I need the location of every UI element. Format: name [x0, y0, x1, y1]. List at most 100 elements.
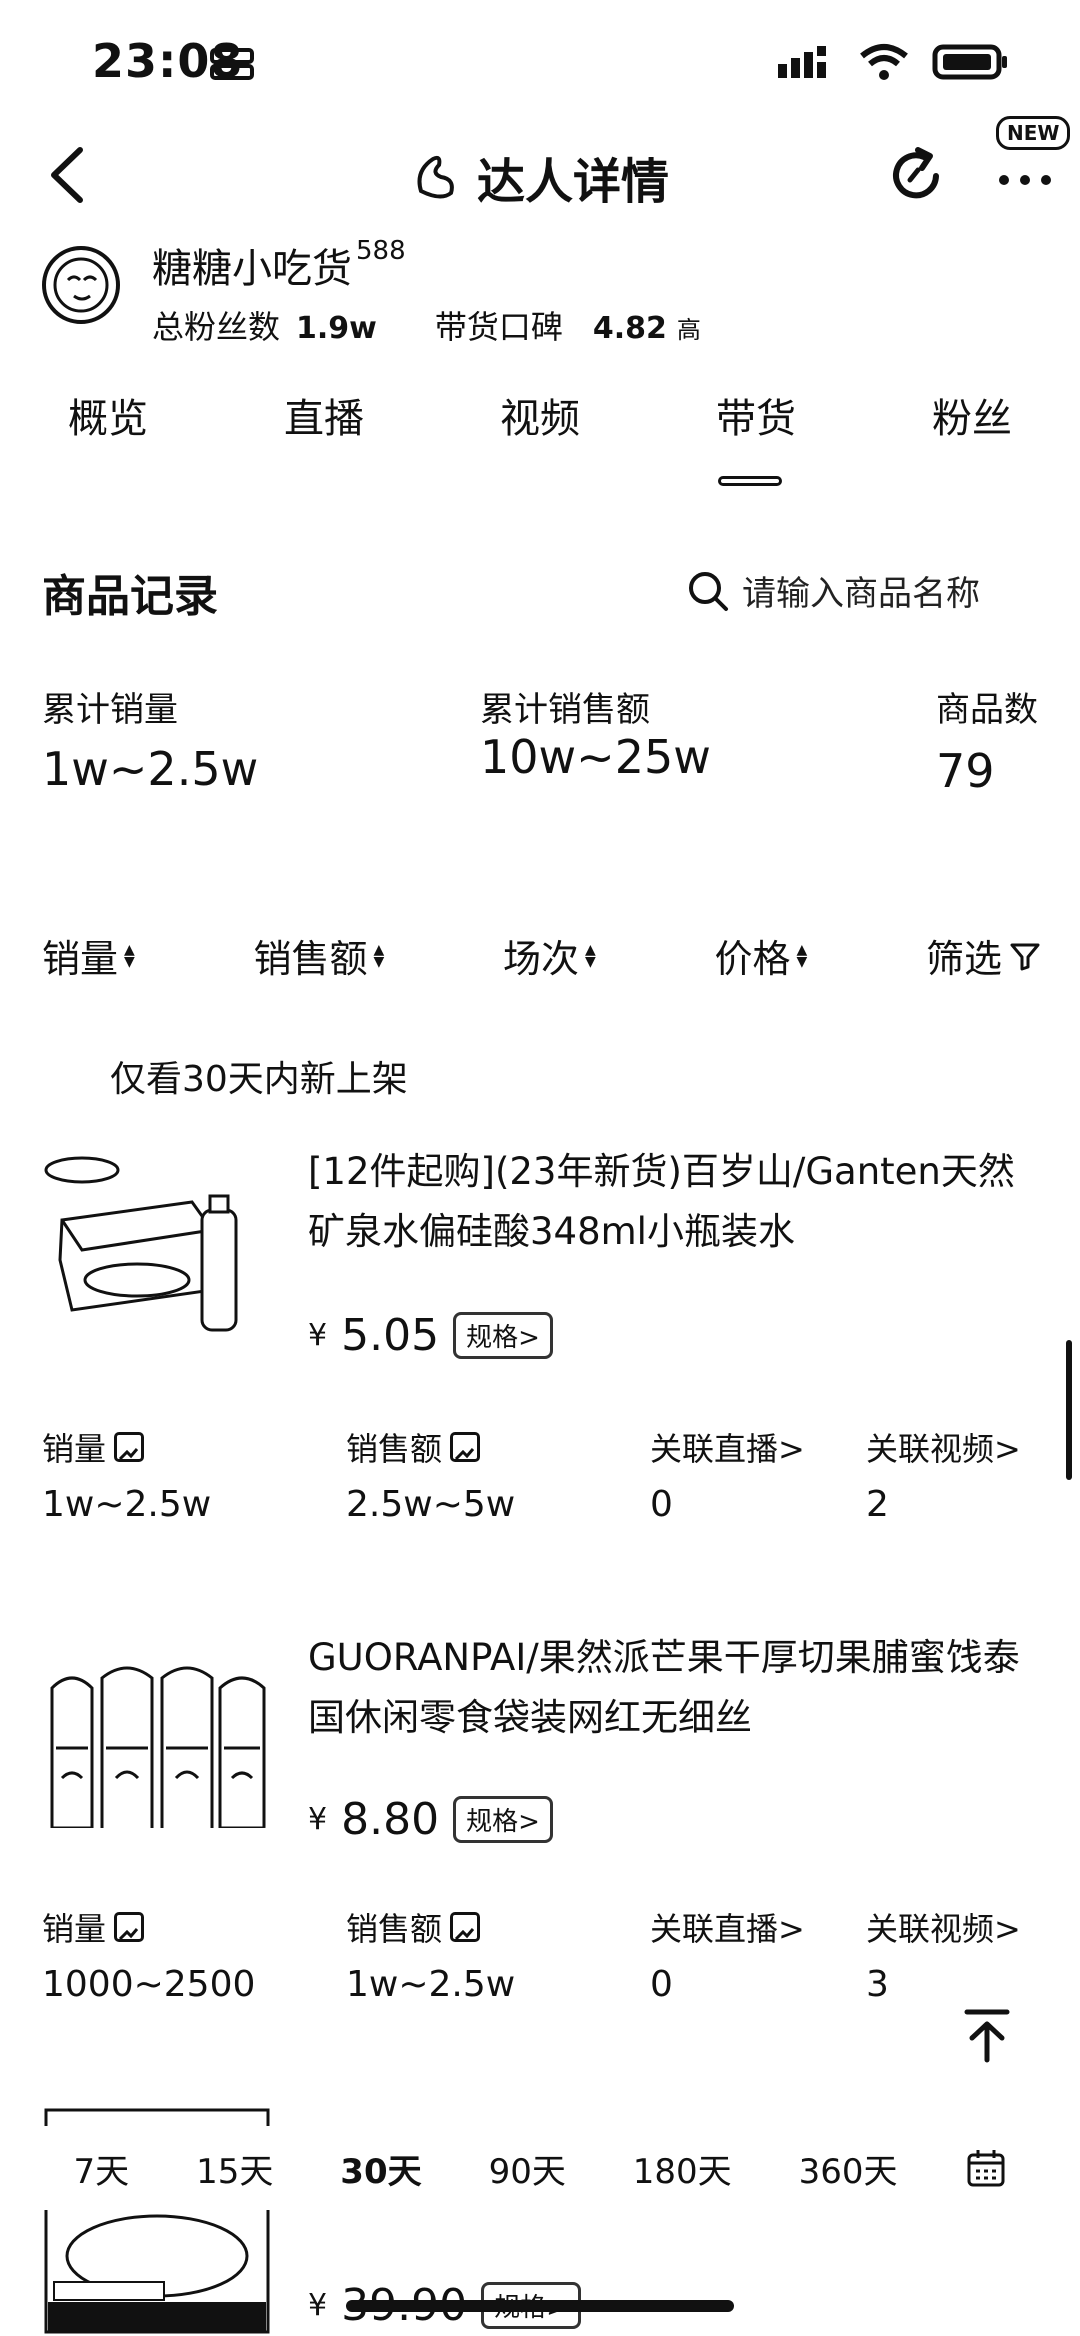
sim-icon [208, 46, 256, 86]
profile-name-text: 糖糖小吃货 [152, 246, 352, 292]
related-live-value: 0 [650, 1964, 673, 2005]
metric-sales-value: 1000~2500 [42, 1964, 256, 2005]
range-90d[interactable]: 90天 [489, 2144, 566, 2193]
range-7d[interactable]: 7天 [73, 2144, 129, 2193]
range-30d[interactable]: 30天 [340, 2144, 421, 2193]
wifi-icon [860, 44, 908, 80]
tab-active-indicator [718, 476, 782, 486]
more-button[interactable] [990, 150, 1060, 210]
sort-sessions[interactable]: 场次 ▲ ▼ [503, 928, 596, 983]
home-indicator[interactable] [346, 2300, 734, 2312]
signal-icon [778, 46, 826, 78]
status-icons [776, 42, 1010, 82]
range-180d[interactable]: 180天 [633, 2144, 732, 2193]
related-video-value: 3 [866, 1964, 889, 2005]
calendar-icon[interactable] [965, 2147, 1007, 2189]
metric-sales-label: 销量 [42, 1424, 145, 1470]
related-live-link[interactable]: 关联直播> [650, 1904, 805, 1950]
range-360d[interactable]: 360天 [799, 2144, 898, 2193]
metric-label-text: 销售额 [346, 1430, 443, 1468]
new-badge: NEW [996, 116, 1071, 150]
sort-price[interactable]: 价格 ▲ ▼ [714, 928, 807, 983]
currency-symbol: ¥ [308, 1802, 328, 1837]
profile-name: 糖糖小吃货 588 [152, 236, 406, 294]
product-image[interactable] [42, 1628, 272, 1828]
fans-label: 总粉丝数 [152, 308, 281, 346]
page-title: 达人详情 [476, 154, 669, 210]
total-sales-value: 1w~2.5w [42, 742, 259, 796]
tab-live[interactable]: 直播 [216, 386, 432, 444]
trend-icon[interactable] [114, 1432, 145, 1462]
metric-revenue-value: 1w~2.5w [346, 1964, 516, 2005]
sort-sessions-label: 场次 [502, 937, 579, 981]
sort-arrows-icon: ▲ ▼ [796, 941, 808, 970]
metric-revenue-value: 2.5w~5w [346, 1484, 516, 1525]
metric-label-text: 销售额 [346, 1910, 443, 1948]
tab-video[interactable]: 视频 [432, 386, 648, 444]
metric-label-text: 销量 [42, 1430, 107, 1468]
reputation-level: 高 [676, 316, 701, 344]
sort-arrows-icon: ▲ ▼ [373, 941, 385, 970]
time-range-bar: 7天 15天 30天 90天 180天 360天 [40, 2126, 1040, 2210]
range-15d[interactable]: 15天 [196, 2144, 273, 2193]
refresh-icon [893, 147, 939, 199]
currency-symbol: ¥ [308, 2288, 328, 2323]
spec-button[interactable]: 规格> [453, 1312, 553, 1359]
product-image[interactable] [42, 1140, 272, 1340]
product-search[interactable]: 请输入商品名称 [686, 566, 980, 615]
back-to-top-button[interactable] [952, 2000, 1022, 2070]
arrow-up-icon [964, 2009, 1010, 2063]
related-video-value: 2 [866, 1484, 889, 1525]
reputation-value: 4.82 [592, 311, 667, 346]
filter-button[interactable]: 筛选 [926, 928, 1042, 983]
sort-arrows-icon: ▲ ▼ [124, 941, 135, 970]
scrollbar[interactable] [1066, 1340, 1072, 1480]
tab-fans[interactable]: 粉丝 [864, 386, 1080, 444]
sort-bar: 销量 ▲ ▼ 销售额 ▲ ▼ 场次 ▲ ▼ 价格 ▲ ▼ 筛选 [42, 928, 1042, 983]
product-title[interactable]: [12件起购](23年新货)百岁山/Ganten天然矿泉水偏硅酸348ml小瓶装… [308, 1142, 1048, 1262]
profile-stats: 总粉丝数 1.9w 带货口碑 4.82 高 [152, 302, 701, 348]
price-value: 5.05 [341, 1310, 440, 1361]
filter-icon [1010, 943, 1040, 970]
more-icon [999, 175, 1051, 185]
trend-icon[interactable] [114, 1912, 145, 1942]
product-price: ¥ 8.80 规格> [308, 1794, 553, 1845]
battery-icon [932, 44, 1007, 80]
product-price: ¥ 5.05 规格> [308, 1310, 553, 1361]
sort-arrows-icon: ▲ ▼ [584, 941, 596, 970]
sort-revenue[interactable]: 销售额 ▲ ▼ [253, 928, 384, 983]
search-input[interactable]: 请输入商品名称 [742, 566, 980, 615]
total-revenue-label: 累计销售额 [480, 690, 650, 730]
product-title[interactable]: GUORANPAI/果然派芒果干厚切果脯蜜饯泰国休闲零食袋装网红无细丝 [308, 1628, 1048, 1748]
new-only-toggle[interactable]: 仅看30天内新上架 [110, 1050, 408, 1102]
avatar[interactable] [42, 246, 120, 324]
metric-sales-label: 销量 [42, 1904, 145, 1950]
metric-sales-value: 1w~2.5w [42, 1484, 212, 1525]
spec-button[interactable]: 规格> [453, 1796, 553, 1843]
product-count-value: 79 [936, 744, 995, 798]
refresh-button[interactable] [880, 140, 952, 212]
price-value: 8.80 [341, 1794, 440, 1845]
metric-revenue-label: 销售额 [346, 1424, 481, 1470]
related-live-value: 0 [650, 1484, 673, 1525]
total-sales-label: 累计销量 [42, 690, 178, 730]
sort-price-label: 价格 [714, 937, 791, 981]
brand-logo-icon [417, 155, 454, 199]
profile-level: 588 [356, 236, 406, 266]
related-video-link[interactable]: 关联视频> [866, 1904, 1021, 1950]
tab-overview[interactable]: 概览 [0, 386, 216, 444]
metric-revenue-label: 销售额 [346, 1904, 481, 1950]
filter-label: 筛选 [925, 937, 1002, 981]
trend-icon[interactable] [450, 1912, 481, 1942]
search-icon [689, 571, 728, 611]
sort-sales[interactable]: 销量 ▲ ▼ [42, 928, 135, 983]
tab-bar: 概览 直播 视频 带货 粉丝 [0, 386, 1080, 444]
reputation-label: 带货口碑 [434, 308, 563, 346]
related-live-link[interactable]: 关联直播> [650, 1424, 805, 1470]
trend-icon[interactable] [450, 1432, 481, 1462]
sort-sales-label: 销量 [42, 937, 119, 981]
metric-label-text: 销量 [42, 1910, 107, 1948]
section-title: 商品记录 [42, 571, 218, 622]
related-video-link[interactable]: 关联视频> [866, 1424, 1021, 1470]
tab-commerce[interactable]: 带货 [648, 386, 864, 444]
